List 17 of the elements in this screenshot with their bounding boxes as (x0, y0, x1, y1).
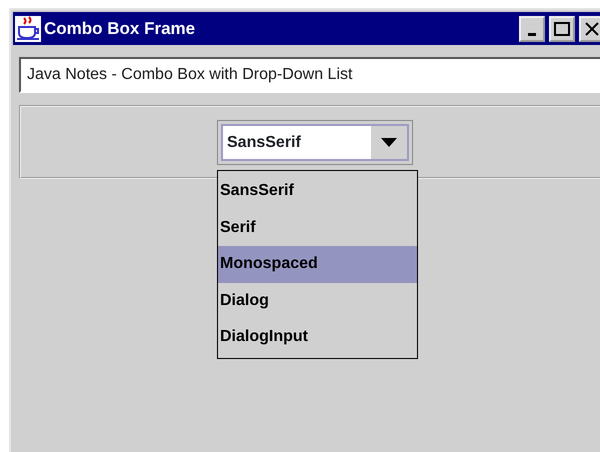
minimize-icon (528, 33, 536, 36)
close-button[interactable] (579, 16, 600, 42)
dropdown-item[interactable]: DialogInput (218, 319, 417, 356)
dropdown-item[interactable]: SansSerif (218, 173, 417, 210)
font-combo-box[interactable]: SansSerif (217, 120, 413, 165)
combo-value: SansSerif (223, 126, 371, 159)
maximize-icon (554, 22, 570, 36)
caret-icon (381, 138, 397, 147)
dropdown-item[interactable]: Serif (218, 210, 417, 246)
maximize-button[interactable] (549, 16, 575, 42)
dropdown-item[interactable]: Dialog (218, 282, 417, 319)
text-field[interactable]: Java Notes - Combo Box with Drop-Down List (19, 57, 600, 93)
close-icon (585, 22, 599, 36)
minimize-button[interactable] (519, 16, 545, 42)
cup-icon (15, 16, 41, 42)
window-title: Combo Box Frame (44, 18, 196, 40)
dropdown-item[interactable]: Monospaced (218, 246, 417, 282)
